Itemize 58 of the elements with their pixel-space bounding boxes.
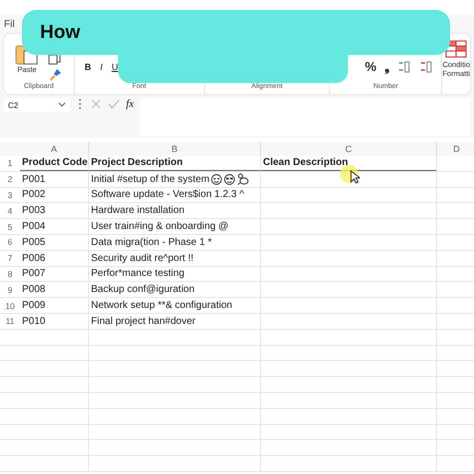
column-header[interactable]: D <box>453 144 460 154</box>
table-cell: Project Description <box>91 157 183 168</box>
heart-eyes-face-icon <box>211 174 222 185</box>
column-header[interactable]: A <box>50 144 57 154</box>
table-cell: Network setup **& configuration <box>91 300 232 312</box>
sunglasses-face-icon <box>224 174 236 185</box>
more-icon <box>76 98 84 110</box>
banner-title: How <box>40 22 80 44</box>
row-header[interactable]: 2 <box>8 174 12 184</box>
name-box[interactable]: C2 <box>4 98 70 112</box>
row-header[interactable]: 9 <box>8 284 12 295</box>
column-header[interactable]: B <box>171 144 178 154</box>
row-header[interactable]: 10 <box>5 300 15 311</box>
table-cell: P002 <box>22 189 46 200</box>
number-format-button[interactable]: ❟ <box>384 58 390 74</box>
table-cell: Backup conf@iguration <box>91 284 195 296</box>
row-header[interactable]: 8 <box>8 268 12 279</box>
table-cell: P007 <box>22 268 46 280</box>
function-button[interactable]: fx <box>126 98 134 110</box>
table-cell: P005 <box>22 236 46 248</box>
table-cell: P009 <box>22 300 46 312</box>
check-icon[interactable] <box>108 98 120 110</box>
table-cell: Initial #setup of the system <box>91 174 210 185</box>
table-cell: P006 <box>22 252 46 264</box>
table-cell: P003 <box>22 205 46 216</box>
table-cell: User train#ing & onboarding @ <box>91 221 228 232</box>
format-button[interactable]: B <box>84 62 92 72</box>
row-header[interactable]: 5 <box>8 222 12 232</box>
row-header[interactable]: 1 <box>8 158 12 168</box>
row-header[interactable]: 6 <box>8 237 12 248</box>
row-header[interactable]: 4 <box>8 206 12 216</box>
table-cell: P001 <box>22 174 46 185</box>
table-cell: Clean Description <box>263 157 348 168</box>
table-cell: Security audit re^port !! <box>91 252 194 264</box>
decimal-icon[interactable] <box>419 60 434 74</box>
table-cell: P008 <box>22 284 46 296</box>
table-cell: Perfor*mance testing <box>91 268 184 280</box>
row-header[interactable]: 7 <box>8 253 12 264</box>
table-cell: Hardware installation <box>91 205 184 216</box>
brush-icon[interactable] <box>48 68 62 82</box>
table-cell: Final project han#dover <box>91 316 196 327</box>
pointer-icon <box>350 170 360 184</box>
table-cell: Software update - Vers$ion 1.2.3 ^ <box>91 189 244 200</box>
ribbon-tab[interactable]: Fil <box>4 18 15 30</box>
decimal-icon[interactable] <box>397 60 412 74</box>
format-button[interactable]: U <box>112 62 118 72</box>
table-icon[interactable] <box>445 40 468 58</box>
table-cell: P004 <box>22 221 46 232</box>
table-cell: Product Code <box>22 157 88 168</box>
column-header[interactable]: C <box>345 144 352 154</box>
format-button[interactable]: I <box>100 62 103 72</box>
number-format-button[interactable]: % <box>364 59 376 74</box>
mouse-icon <box>237 173 250 186</box>
row-header[interactable]: 11 <box>6 316 14 326</box>
table-cell: Data migra(tion - Phase 1 * <box>91 236 212 248</box>
table-cell: P010 <box>22 316 46 327</box>
row-header[interactable]: 3 <box>8 190 12 200</box>
chevron-icon[interactable] <box>58 102 66 108</box>
